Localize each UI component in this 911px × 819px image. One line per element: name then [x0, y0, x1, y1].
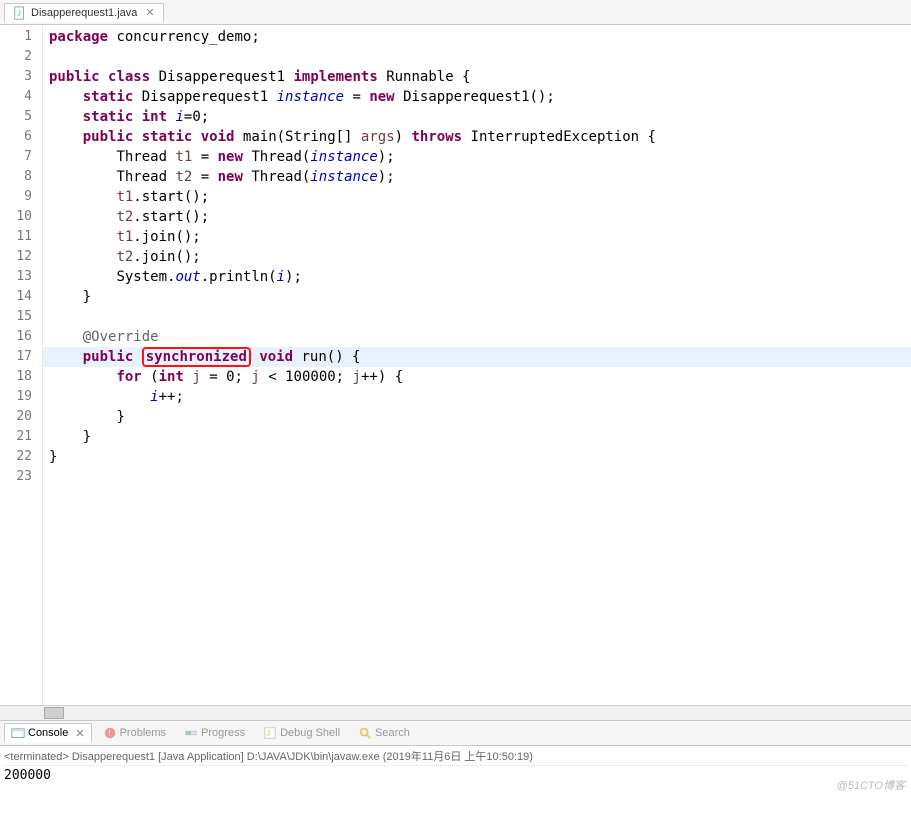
console-output[interactable]: 200000: [4, 766, 907, 785]
file-tab-label: Disapperequest1.java: [31, 7, 137, 19]
line-number: 9: [4, 187, 32, 207]
code-line[interactable]: [49, 307, 911, 327]
scrollbar-thumb[interactable]: [44, 707, 64, 719]
code-line[interactable]: for (int j = 0; j < 100000; j++) {: [49, 367, 911, 387]
horizontal-scrollbar[interactable]: [0, 705, 911, 720]
code-line[interactable]: }: [49, 287, 911, 307]
code-line[interactable]: [49, 47, 911, 67]
line-number: 1: [4, 27, 32, 47]
line-number: 6: [4, 127, 32, 147]
watermark: @51CTO博客: [837, 777, 905, 793]
code-line[interactable]: static int i=0;: [49, 107, 911, 127]
line-number-gutter: 1234567891011121314151617181920212223: [0, 25, 43, 705]
tab-console[interactable]: Console ✕: [4, 723, 92, 743]
code-area[interactable]: package concurrency_demo; public class D…: [43, 25, 911, 705]
code-line[interactable]: [49, 467, 911, 487]
code-line[interactable]: public synchronized void run() {: [49, 347, 911, 367]
code-line[interactable]: i++;: [49, 387, 911, 407]
bottom-view-tabs: Console ✕ ! Problems Progress J Debug Sh…: [0, 720, 911, 746]
tab-search-label: Search: [375, 727, 410, 739]
line-number: 10: [4, 207, 32, 227]
code-line[interactable]: t2.join();: [49, 247, 911, 267]
line-number: 2: [4, 47, 32, 67]
close-icon[interactable]: ✕: [145, 6, 154, 19]
line-number: 19: [4, 387, 32, 407]
line-number: 16: [4, 327, 32, 347]
code-line[interactable]: t2.start();: [49, 207, 911, 227]
line-number: 23: [4, 467, 32, 487]
code-line[interactable]: t1.join();: [49, 227, 911, 247]
code-line[interactable]: static Disapperequest1 instance = new Di…: [49, 87, 911, 107]
line-number: 20: [4, 407, 32, 427]
code-line[interactable]: }: [49, 447, 911, 467]
editor-tab-bar: J Disapperequest1.java ✕: [0, 0, 911, 25]
console-view: <terminated> Disapperequest1 [Java Appli…: [0, 746, 911, 787]
line-number: 21: [4, 427, 32, 447]
search-icon: [358, 726, 372, 740]
console-icon: [11, 726, 25, 740]
problems-icon: !: [103, 726, 117, 740]
line-number: 11: [4, 227, 32, 247]
progress-icon: [184, 726, 198, 740]
code-line[interactable]: public class Disapperequest1 implements …: [49, 67, 911, 87]
tab-search[interactable]: Search: [351, 723, 417, 743]
line-number: 7: [4, 147, 32, 167]
line-number: 17: [4, 347, 32, 367]
java-file-icon: J: [13, 6, 27, 20]
svg-text:J: J: [267, 731, 271, 738]
tab-problems[interactable]: ! Problems: [96, 723, 173, 743]
debug-shell-icon: J: [263, 726, 277, 740]
tab-debug-shell-label: Debug Shell: [280, 727, 340, 739]
tab-progress-label: Progress: [201, 727, 245, 739]
console-process-header: <terminated> Disapperequest1 [Java Appli…: [4, 748, 907, 766]
code-line[interactable]: public static void main(String[] args) t…: [49, 127, 911, 147]
tab-debug-shell[interactable]: J Debug Shell: [256, 723, 347, 743]
code-line[interactable]: System.out.println(i);: [49, 267, 911, 287]
line-number: 18: [4, 367, 32, 387]
line-number: 14: [4, 287, 32, 307]
svg-text:!: !: [108, 729, 110, 738]
line-number: 12: [4, 247, 32, 267]
tab-progress[interactable]: Progress: [177, 723, 252, 743]
code-editor[interactable]: 1234567891011121314151617181920212223 pa…: [0, 25, 911, 705]
close-icon[interactable]: ✕: [75, 727, 84, 740]
line-number: 5: [4, 107, 32, 127]
line-number: 13: [4, 267, 32, 287]
tab-problems-label: Problems: [120, 727, 166, 739]
code-line[interactable]: Thread t2 = new Thread(instance);: [49, 167, 911, 187]
code-line[interactable]: Thread t1 = new Thread(instance);: [49, 147, 911, 167]
line-number: 4: [4, 87, 32, 107]
line-number: 22: [4, 447, 32, 467]
svg-text:J: J: [17, 10, 21, 17]
line-number: 8: [4, 167, 32, 187]
code-line[interactable]: }: [49, 407, 911, 427]
file-tab[interactable]: J Disapperequest1.java ✕: [4, 3, 164, 22]
code-line[interactable]: package concurrency_demo;: [49, 27, 911, 47]
tab-console-label: Console: [28, 727, 68, 739]
line-number: 3: [4, 67, 32, 87]
line-number: 15: [4, 307, 32, 327]
code-line[interactable]: }: [49, 427, 911, 447]
code-line[interactable]: t1.start();: [49, 187, 911, 207]
code-line[interactable]: @Override: [49, 327, 911, 347]
